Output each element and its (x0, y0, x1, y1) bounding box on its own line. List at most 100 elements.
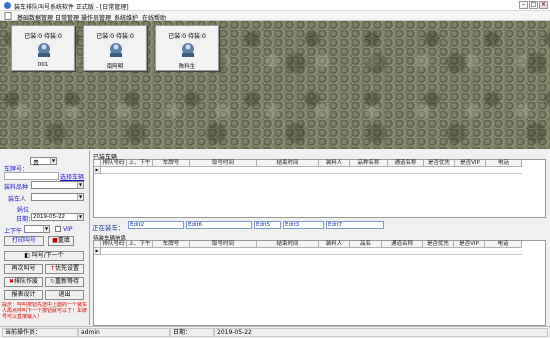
priority-button[interactable]: ↑优先设置 (45, 264, 84, 274)
cancel-queue-button[interactable]: ✖排队作废 (4, 277, 43, 287)
column-header[interactable]: 上、下午 (127, 241, 153, 248)
row-indicator-header (94, 160, 101, 167)
plate-input[interactable] (4, 172, 59, 180)
variety-select[interactable]: ▼ (31, 181, 84, 189)
column-header[interactable]: 通道名称 (388, 160, 424, 167)
loader-card[interactable]: 已装:0 待装:0 南阿明 (83, 25, 147, 71)
row-indicator-header (94, 241, 101, 248)
loader-icon (182, 43, 194, 57)
column-header[interactable]: 结束时间 (257, 241, 319, 248)
chevron-down-icon: ▼ (77, 214, 83, 220)
row-pointer-icon: ▶ (94, 167, 101, 174)
column-header[interactable]: 电话 (485, 241, 522, 248)
column-header[interactable]: 取号时间 (190, 160, 257, 167)
exit-label: 退出 (58, 291, 71, 298)
call-again-button[interactable]: 再次叫号 (4, 264, 43, 274)
exit-button[interactable]: 退出 (45, 290, 84, 300)
report-design-label: 报表设计 (11, 291, 36, 298)
vip-checkbox[interactable] (55, 226, 61, 232)
loader-icon (110, 43, 122, 57)
print-ticket-button[interactable]: 打印叫号 (4, 236, 44, 246)
loading-edit-7[interactable]: Edit7 (326, 221, 384, 229)
minimize-button[interactable]: – (519, 1, 528, 9)
chevron-down-icon: ▼ (43, 226, 49, 232)
clear-label: 重填 (57, 237, 70, 244)
card-status: 已装:0 待装:0 (168, 33, 206, 40)
title-bar: 装车排队叫号系统软件 正式版 - [日常管理] – □ × (0, 0, 550, 11)
speaker-icon: ◧ (24, 252, 30, 259)
row-pointer-icon: ▶ (94, 248, 101, 255)
plate-province-value: 贵 (33, 160, 40, 167)
call-again-label: 再次叫号 (11, 265, 36, 272)
loading-edit-6[interactable]: Edit6 (186, 221, 252, 229)
date-picker[interactable]: 2019-05-22 ▼ (31, 213, 84, 221)
loader-label: 装车人 (8, 196, 27, 203)
hint-text: 提示：呼叫按钮先选中上面的一个装车人再点呼叫下一个按钮就可以了！车牌号可以直接输… (2, 302, 88, 320)
menu-bar: 基础数据管理 日常管理 操作员管理 系统维护 在线帮助 (0, 11, 550, 22)
variety-label: 装料品种 (4, 184, 29, 191)
grid-row-line (101, 173, 522, 174)
loading-edit-3[interactable]: Edit3 (283, 221, 324, 229)
column-header[interactable]: 装料人 (319, 241, 350, 248)
column-header[interactable]: 是否优先 (424, 160, 455, 167)
loader-card[interactable]: 已装:0 待装:0 陈科生 (155, 25, 219, 71)
status-operator-value: admin (78, 328, 170, 337)
date-value: 2019-05-22 (33, 214, 65, 220)
close-button[interactable]: × (539, 1, 548, 9)
column-header[interactable]: 排队号码 (101, 160, 127, 167)
document-icon (4, 12, 12, 20)
queue-form-panel: 车牌号： 贵 ▼ 选择车辆 装料品种 ▼ 装车人 ▼ 蚂位 日期： 2019-0… (0, 150, 90, 325)
requeue-label: 重新等待 (55, 278, 80, 285)
plate-province-select[interactable]: 贵 ▼ (30, 157, 57, 167)
column-header[interactable]: 电话 (486, 160, 522, 167)
ampm-label: 上下午 (4, 228, 23, 235)
select-vehicle-link[interactable]: 选择车辆 (60, 172, 84, 181)
column-header[interactable]: 品种名称 (350, 160, 388, 167)
loaded-vehicles-table[interactable]: 排队号码 上、下午 车牌号 取号时间 结束时间 装料人 品种名称 通道名称 是否… (93, 159, 546, 218)
column-header[interactable]: 上、下午 (127, 160, 153, 167)
status-operator-label: 当前操作员： (2, 328, 78, 337)
cancel-queue-label: 排队作废 (14, 278, 39, 285)
card-status: 已装:0 待装:0 (96, 33, 134, 40)
report-design-button[interactable]: 报表设计 (4, 290, 43, 300)
call-next-label: 叫号/下一个 (31, 252, 64, 259)
loading-edit-2[interactable]: Edit2 (128, 221, 184, 229)
call-next-button[interactable]: ◧ 叫号/下一个 (4, 251, 84, 261)
column-header[interactable]: 车牌号 (153, 241, 190, 248)
waiting-vehicles-table[interactable]: 排队号码 上、下午 车牌号 取号时间 结束时间 装料人 品名 通道名称 是否优先… (93, 240, 546, 326)
column-header[interactable]: 是否VIP (454, 241, 485, 248)
card-name: 001 (37, 62, 49, 68)
vip-label: VIP (63, 226, 73, 233)
card-name: 南阿明 (106, 64, 124, 70)
print-ticket-label: 打印叫号 (11, 237, 36, 244)
loader-card[interactable]: 已装:0 待装:0 001 (11, 25, 75, 71)
loading-edit-5[interactable]: Edit5 (254, 221, 281, 229)
grid-row-line (101, 254, 522, 255)
ampm-select[interactable]: ▼ (24, 225, 50, 233)
loading-label: 正在装车： (92, 224, 125, 232)
column-header[interactable]: 取号时间 (190, 241, 257, 248)
column-header[interactable]: 装料人 (319, 160, 350, 167)
clear-button[interactable]: ■重填 (48, 236, 74, 246)
position-label: 蚂位 (17, 207, 30, 214)
chevron-down-icon: ▼ (77, 182, 83, 188)
column-header[interactable]: 品名 (350, 241, 382, 248)
status-bar: 当前操作员： admin 日期： 2019-05-22 (0, 326, 550, 338)
loader-icon (38, 43, 50, 57)
chevron-down-icon: ▼ (77, 194, 83, 200)
chevron-down-icon: ▼ (50, 158, 56, 164)
card-name: 陈科生 (178, 64, 196, 70)
requeue-button[interactable]: ↻重新等待 (45, 277, 84, 287)
status-date-value: 2019-05-22 (214, 328, 548, 337)
column-header[interactable]: 通道名称 (382, 241, 423, 248)
column-header[interactable]: 结束时间 (257, 160, 319, 167)
column-header[interactable]: 排队号码 (101, 241, 127, 248)
status-date-label: 日期： (170, 328, 214, 337)
column-header[interactable]: 是否优先 (423, 241, 454, 248)
column-header[interactable]: 是否VIP (455, 160, 486, 167)
loader-select[interactable]: ▼ (31, 193, 84, 201)
maximize-button[interactable]: □ (529, 1, 538, 9)
card-status: 已装:0 待装:0 (24, 33, 62, 40)
column-header[interactable]: 车牌号 (153, 160, 190, 167)
app-icon (4, 2, 11, 9)
